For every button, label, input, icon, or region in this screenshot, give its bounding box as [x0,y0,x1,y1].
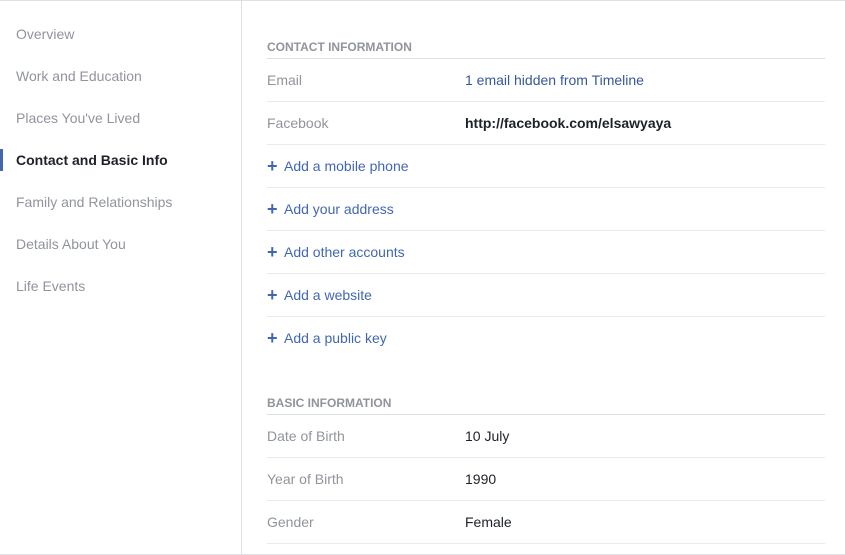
add-other-accounts-row[interactable]: + Add other accounts [267,231,825,274]
date-of-birth-row: Date of Birth 10 July [267,415,825,458]
gender-label: Gender [267,514,314,530]
add-website-row[interactable]: + Add a website [267,274,825,317]
email-row: Email 1 email hidden from Timeline [267,59,825,102]
gender-row: Gender Female [267,501,825,544]
sidebar-item-overview[interactable]: Overview [0,13,241,55]
add-website-link[interactable]: Add a website [284,287,372,303]
year-of-birth-label: Year of Birth [267,471,344,487]
facebook-value: http://facebook.com/elsawyaya [465,115,672,131]
email-label: Email [267,72,303,88]
sidebar-item-family-relationships[interactable]: Family and Relationships [0,181,241,223]
year-of-birth-row: Year of Birth 1990 [267,458,825,501]
facebook-row: Facebook http://facebook.com/elsawyaya [267,102,825,145]
add-public-key-row[interactable]: + Add a public key [267,317,825,359]
plus-icon: + [267,199,278,219]
basic-section-title: BASIC INFORMATION [267,392,825,415]
plus-icon: + [267,242,278,262]
add-mobile-phone-link[interactable]: Add a mobile phone [284,158,409,174]
plus-icon: + [267,285,278,305]
sidebar-item-places-lived[interactable]: Places You've Lived [0,97,241,139]
facebook-label: Facebook [267,115,329,131]
sidebar-item-life-events[interactable]: Life Events [0,265,241,307]
add-address-link[interactable]: Add your address [284,201,394,217]
plus-icon: + [267,156,278,176]
sidebar-item-details-about-you[interactable]: Details About You [0,223,241,265]
email-value-link[interactable]: 1 email hidden from Timeline [465,72,644,88]
add-address-row[interactable]: + Add your address [267,188,825,231]
about-content: CONTACT INFORMATION Email 1 email hidden… [267,1,825,544]
gender-value: Female [465,514,512,530]
about-sidebar: Overview Work and Education Places You'v… [0,1,242,554]
contact-section-title: CONTACT INFORMATION [267,36,825,59]
sidebar-item-contact-basic-info[interactable]: Contact and Basic Info [0,139,241,181]
add-mobile-phone-row[interactable]: + Add a mobile phone [267,145,825,188]
add-public-key-link[interactable]: Add a public key [284,330,387,346]
add-other-accounts-link[interactable]: Add other accounts [284,244,405,260]
page-frame: Overview Work and Education Places You'v… [0,0,845,555]
plus-icon: + [267,328,278,348]
sidebar-item-work-education[interactable]: Work and Education [0,55,241,97]
date-of-birth-label: Date of Birth [267,428,345,444]
date-of-birth-value: 10 July [465,428,510,444]
year-of-birth-value: 1990 [465,471,497,487]
